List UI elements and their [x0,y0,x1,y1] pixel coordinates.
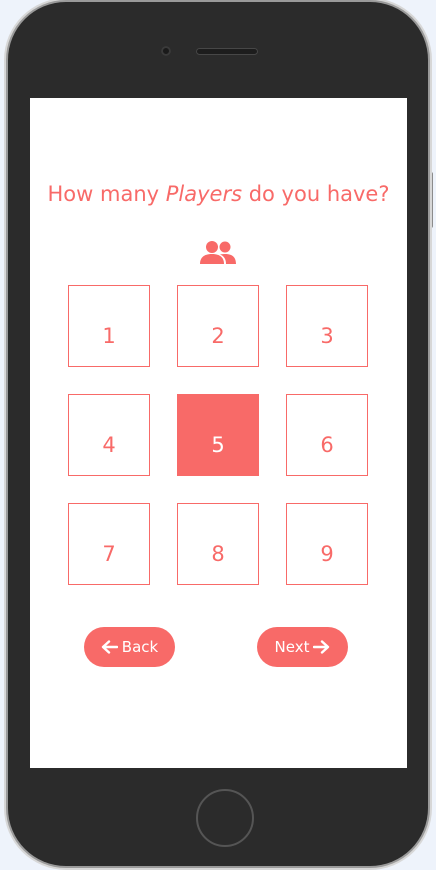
app-screen: How many Players do you have? 1 2 3 4 5 … [30,98,407,768]
player-count-grid: 1 2 3 4 5 6 7 8 9 [68,285,370,587]
front-camera [161,46,171,56]
option-6[interactable]: 6 [286,394,368,476]
option-5[interactable]: 5 [177,394,259,476]
option-1[interactable]: 1 [68,285,150,367]
option-4[interactable]: 4 [68,394,150,476]
option-3[interactable]: 3 [286,285,368,367]
next-button-label: Next [274,638,310,656]
title-prefix: How many [47,182,166,206]
option-9[interactable]: 9 [286,503,368,585]
back-button[interactable]: Back [84,627,175,667]
power-button [428,172,433,228]
arrow-right-icon [313,640,330,654]
back-button-label: Back [121,638,159,656]
title-suffix: do you have? [242,182,390,206]
players-icon [200,241,236,264]
home-button[interactable] [196,789,254,847]
option-8[interactable]: 8 [177,503,259,585]
arrow-left-icon [101,640,118,654]
page-title: How many Players do you have? [30,181,407,207]
next-button[interactable]: Next [257,627,348,667]
earpiece-speaker [196,48,258,55]
option-7[interactable]: 7 [68,503,150,585]
option-2[interactable]: 2 [177,285,259,367]
title-emphasis: Players [165,182,243,206]
